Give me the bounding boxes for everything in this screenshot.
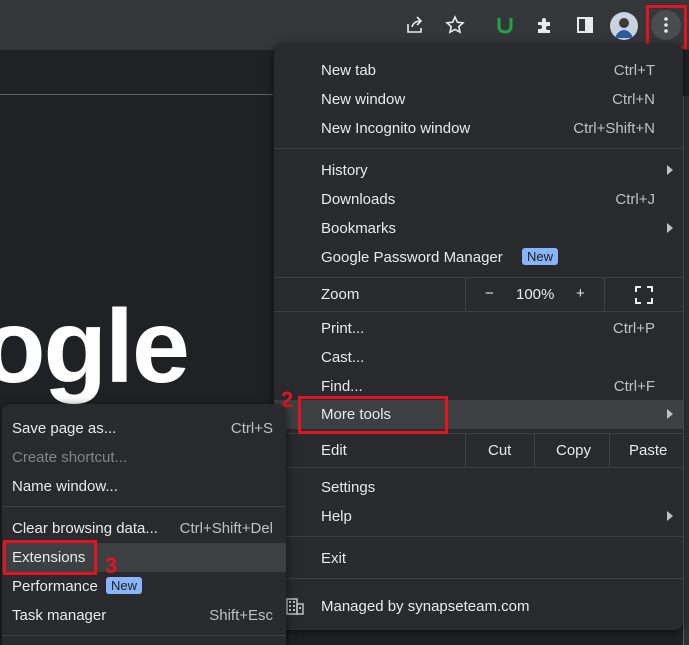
- menu-separator: [274, 578, 683, 579]
- chevron-right-icon: [667, 223, 673, 233]
- annotation-step-3: 3: [105, 553, 118, 578]
- menu-separator: [274, 536, 683, 537]
- google-logo-fragment: ogle: [0, 289, 190, 405]
- star-icon[interactable]: [442, 12, 468, 38]
- menu-item-help[interactable]: Help: [274, 502, 683, 531]
- menu-item-settings[interactable]: Settings: [274, 473, 683, 502]
- fullscreen-icon[interactable]: [635, 286, 653, 308]
- zoom-label: Zoom: [321, 286, 360, 303]
- submenu-item-name-window[interactable]: Name window...: [2, 472, 286, 501]
- chevron-right-icon: [667, 409, 673, 419]
- edit-row: Edit Cut Copy Paste: [274, 434, 683, 467]
- avatar[interactable]: [610, 12, 638, 40]
- menu-item-exit[interactable]: Exit: [274, 544, 683, 573]
- side-panel-icon[interactable]: [572, 12, 598, 38]
- menu-item-new-incognito[interactable]: New Incognito window Ctrl+Shift+N: [274, 114, 683, 143]
- menu-item-history[interactable]: History: [274, 156, 683, 185]
- menu-separator: [274, 467, 683, 468]
- menu-separator: [274, 148, 683, 149]
- submenu-item-save-page[interactable]: Save page as... Ctrl+S: [2, 414, 286, 443]
- copy-button[interactable]: Copy: [556, 442, 591, 459]
- menu-item-bookmarks[interactable]: Bookmarks: [274, 214, 683, 243]
- zoom-in-button[interactable]: +: [576, 285, 585, 302]
- divider-line: [0, 94, 273, 95]
- menu-separator: [274, 311, 683, 312]
- menu-item-print[interactable]: Print... Ctrl+P: [274, 314, 683, 343]
- submenu-separator: [2, 506, 286, 507]
- browser-toolbar: [0, 0, 689, 50]
- menu-item-cast[interactable]: Cast...: [274, 343, 683, 372]
- menu-item-new-window[interactable]: New window Ctrl+N: [274, 85, 683, 114]
- puzzle-icon[interactable]: [532, 12, 558, 38]
- zoom-row: Zoom − 100% +: [274, 278, 683, 311]
- submenu-item-create-shortcut[interactable]: Create shortcut...: [2, 443, 286, 472]
- chevron-right-icon: [667, 511, 673, 521]
- highlight-menu-button: [646, 5, 687, 49]
- new-badge: New: [522, 248, 559, 265]
- building-icon: [286, 597, 304, 619]
- menu-item-new-tab[interactable]: New tab Ctrl+T: [274, 56, 683, 85]
- submenu-separator: [2, 635, 286, 636]
- highlight-more-tools: [298, 396, 448, 434]
- chrome-main-menu: New tab Ctrl+T New window Ctrl+N New Inc…: [274, 44, 683, 630]
- zoom-out-button[interactable]: −: [485, 285, 494, 302]
- submenu-item-performance[interactable]: Performance New: [2, 572, 286, 601]
- paste-button[interactable]: Paste: [629, 442, 667, 459]
- menu-item-password-manager[interactable]: Google Password Manager New: [274, 243, 683, 272]
- zoom-value: 100%: [516, 286, 555, 303]
- edit-label: Edit: [321, 442, 347, 459]
- menu-item-downloads[interactable]: Downloads Ctrl+J: [274, 185, 683, 214]
- cut-button[interactable]: Cut: [488, 442, 511, 459]
- chevron-right-icon: [667, 165, 673, 175]
- highlight-extensions: [3, 540, 97, 575]
- menu-item-managed[interactable]: Managed by synapseteam.com: [274, 592, 683, 621]
- submenu-item-task-manager[interactable]: Task manager Shift+Esc: [2, 601, 286, 630]
- submenu-item-clear-browsing[interactable]: Clear browsing data... Ctrl+Shift+Del: [2, 514, 286, 543]
- new-badge: New: [106, 577, 143, 594]
- share-icon[interactable]: [402, 12, 428, 38]
- scrollbar[interactable]: [683, 96, 689, 645]
- more-tools-submenu: Save page as... Ctrl+S Create shortcut..…: [2, 404, 286, 645]
- extension-u-icon[interactable]: [492, 12, 518, 38]
